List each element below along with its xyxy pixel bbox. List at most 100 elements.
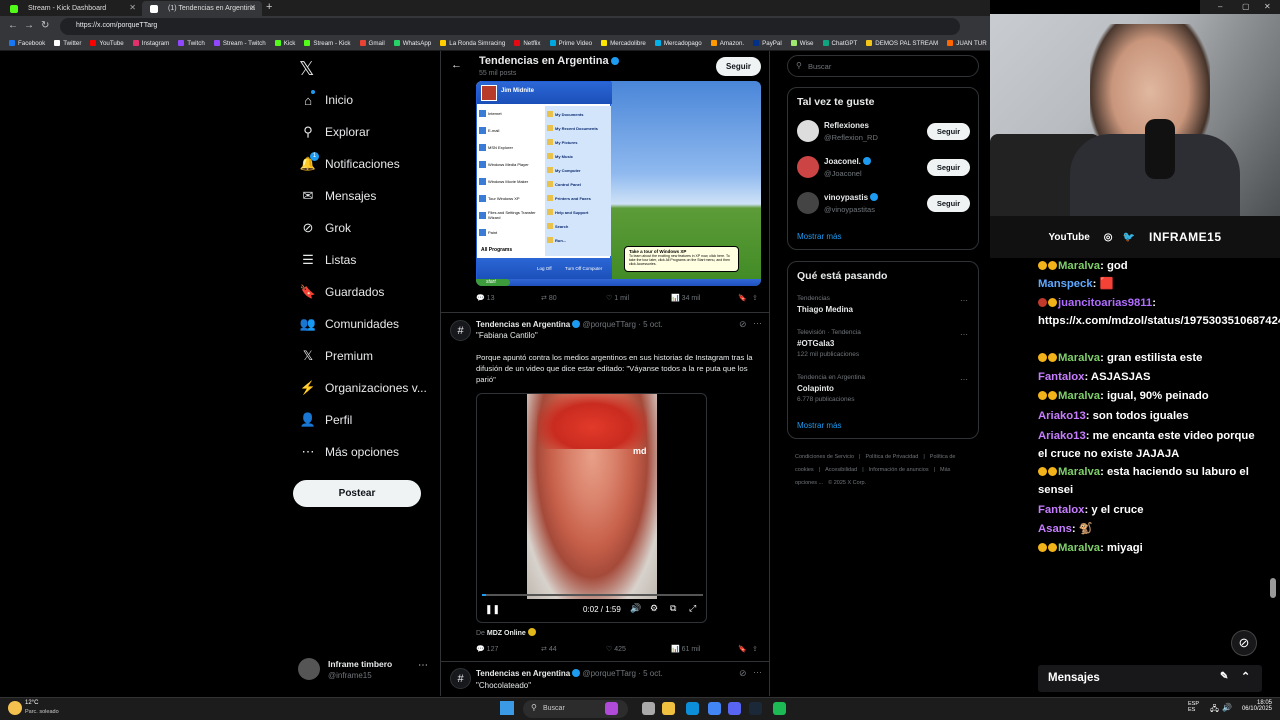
follow-button[interactable]: Seguir <box>927 195 970 212</box>
expand-icon[interactable]: ⌃ <box>1241 670 1250 683</box>
bookmark-item[interactable]: PayPal <box>753 37 782 50</box>
windows-start-icon[interactable] <box>500 701 514 715</box>
follow-button[interactable]: Seguir <box>927 159 970 176</box>
bookmark-item[interactable]: Instagram <box>132 37 169 50</box>
clock[interactable]: 18:05 06/10/2025 <box>1236 700 1272 712</box>
edge-icon[interactable] <box>686 702 699 715</box>
bookmark-item[interactable]: Stream - Kick <box>304 37 351 50</box>
nav-item-perfil[interactable]: 👤 Perfil <box>300 412 352 428</box>
footer-link[interactable]: Política de Privacidad <box>865 454 918 460</box>
minimize-icon[interactable]: – <box>1218 2 1222 11</box>
nav-item-explorar[interactable]: ⚲ Explorar <box>300 124 369 140</box>
bookmark-item[interactable]: DEMOS PAL STREAM <box>866 37 938 50</box>
author-avatar[interactable]: # <box>450 320 471 341</box>
share-icon[interactable]: ⇪ <box>752 645 758 653</box>
more-options-icon[interactable]: ⋯ <box>753 318 762 329</box>
pip-icon[interactable]: ⧉ <box>670 603 676 614</box>
bookmark-item[interactable]: Mercadolibre <box>601 37 646 50</box>
more-icon[interactable]: ⋯ <box>418 660 428 671</box>
messages-bar[interactable]: Mensajes ✎ ⌃ <box>1038 665 1262 692</box>
chat-username[interactable]: Maralva <box>1058 352 1100 364</box>
follow-button[interactable]: Seguir <box>716 57 761 76</box>
volume-icon[interactable]: 🔊 <box>630 603 641 614</box>
reply-button[interactable]: 💬 13 <box>476 294 494 302</box>
bookmark-item[interactable]: JUAN TUR <box>947 37 987 50</box>
nav-item-notificaciones[interactable]: 🔔 1 Notificaciones <box>300 152 400 172</box>
discord-icon[interactable] <box>728 702 741 715</box>
nav-item-listas[interactable]: ☰ Listas <box>300 252 356 268</box>
repost-button[interactable]: ⇄ 80 <box>541 294 557 302</box>
account-switcher[interactable]: Inframe timbero @inframe15 ⋯ <box>298 655 433 685</box>
bookmark-icon[interactable]: 🔖 <box>738 645 747 653</box>
like-button[interactable]: ♡ 425 <box>606 645 626 653</box>
maximize-icon[interactable]: ▢ <box>1242 2 1250 11</box>
bookmark-item[interactable]: Gmail <box>359 37 385 50</box>
chat-username[interactable]: Maralva <box>1058 390 1100 402</box>
bookmark-item[interactable]: Twitter <box>54 37 81 50</box>
more-options-icon[interactable]: ⋯ <box>960 330 968 339</box>
chat-username[interactable]: Ariako13 <box>1038 430 1086 442</box>
nav-item-comunidades[interactable]: 👥 Comunidades <box>300 316 399 332</box>
close-tab-icon[interactable]: ✕ <box>129 3 136 12</box>
weather-icon[interactable] <box>8 701 22 715</box>
footer-link[interactable]: Condiciones de Servicio <box>795 454 854 460</box>
video-player[interactable]: md ❚❚ 0:02 / 1:59 🔊 ⚙ ⧉ ⤢ <box>476 393 707 623</box>
bookmark-item[interactable]: La Ronda Simracing <box>440 37 505 50</box>
chat-username[interactable]: Maralva <box>1058 466 1100 478</box>
author-avatar[interactable]: # <box>450 668 471 689</box>
url-field[interactable]: https://x.com/porqueTTarg <box>60 18 960 35</box>
chat-username[interactable]: Maralva <box>1058 260 1100 272</box>
back-icon[interactable]: ← <box>8 20 18 31</box>
share-icon[interactable]: ⇪ <box>752 294 758 302</box>
views-button[interactable]: 📊 61 mil <box>671 645 700 653</box>
nav-item-grok[interactable]: ⊘ Grok <box>300 220 351 236</box>
bookmark-item[interactable]: Netflix <box>514 37 541 50</box>
close-window-icon[interactable]: ✕ <box>1264 2 1271 11</box>
suggested-user-name[interactable]: vinoypastis <box>824 193 879 202</box>
bookmark-item[interactable]: Wise <box>790 37 814 50</box>
search-input[interactable]: Buscar <box>808 62 831 71</box>
nav-item-organizaciones-v-[interactable]: ⚡ Organizaciones v... <box>300 380 427 396</box>
source-link[interactable]: MDZ Online <box>487 630 526 637</box>
nav-item-guardados[interactable]: 🔖 Guardados <box>300 284 384 300</box>
bookmark-item[interactable]: Twitch <box>178 37 205 50</box>
settings-icon[interactable]: ⚙ <box>650 603 658 614</box>
trend-name[interactable]: #OTGala3 <box>797 339 834 348</box>
grok-icon[interactable]: ⊘ <box>739 668 747 679</box>
chrome-icon[interactable] <box>708 702 721 715</box>
author-name[interactable]: Tendencias en Argentina <box>476 669 570 678</box>
tab-tendencias[interactable]: (1) Tendencias en Argentina ✕ <box>142 1 262 16</box>
bookmark-icon[interactable]: 🔖 <box>738 294 747 302</box>
trend-name[interactable]: Colapinto <box>797 384 834 393</box>
close-tab-icon[interactable]: ✕ <box>249 3 256 12</box>
fullscreen-icon[interactable]: ⤢ <box>689 603 696 614</box>
pause-icon[interactable]: ❚❚ <box>485 604 500 615</box>
volume-icon[interactable]: 🔊 <box>1222 703 1232 712</box>
back-arrow-icon[interactable]: ← <box>451 59 462 71</box>
spotify-icon[interactable] <box>773 702 786 715</box>
bookmark-item[interactable]: Prime Video <box>549 37 592 50</box>
chat-username[interactable]: Maralva <box>1058 542 1100 554</box>
forward-icon[interactable]: → <box>24 20 34 31</box>
nav-item-premium[interactable]: 𝕏 Premium <box>300 348 373 364</box>
post-date[interactable]: · 5 oct. <box>638 320 662 329</box>
show-more-link[interactable]: Mostrar más <box>797 421 841 430</box>
chat-username[interactable]: Ariako13 <box>1038 410 1086 422</box>
footer-link[interactable]: Información de anuncios <box>869 467 929 473</box>
chat-username[interactable]: Fantalox <box>1038 504 1084 516</box>
show-more-link[interactable]: Mostrar más <box>797 232 841 241</box>
like-button[interactable]: ♡ 1 mil <box>606 294 629 302</box>
new-tab-button[interactable]: + <box>266 1 272 13</box>
grok-icon[interactable]: ⊘ <box>739 319 747 330</box>
steam-icon[interactable] <box>749 702 762 715</box>
lang-indicator[interactable]: ESP ES <box>1188 701 1199 713</box>
chat-username[interactable]: Asans <box>1038 523 1072 535</box>
bookmark-item[interactable]: Kick <box>274 37 295 50</box>
reload-icon[interactable]: ↻ <box>41 20 49 31</box>
author-name[interactable]: Tendencias en Argentina <box>476 320 570 329</box>
network-icon[interactable]: 🖧 <box>1210 703 1219 717</box>
suggested-user-avatar[interactable] <box>797 156 819 178</box>
reply-button[interactable]: 💬 127 <box>476 645 498 653</box>
chat-username[interactable]: Fantalox <box>1038 371 1084 383</box>
repost-button[interactable]: ⇄ 44 <box>541 645 557 653</box>
